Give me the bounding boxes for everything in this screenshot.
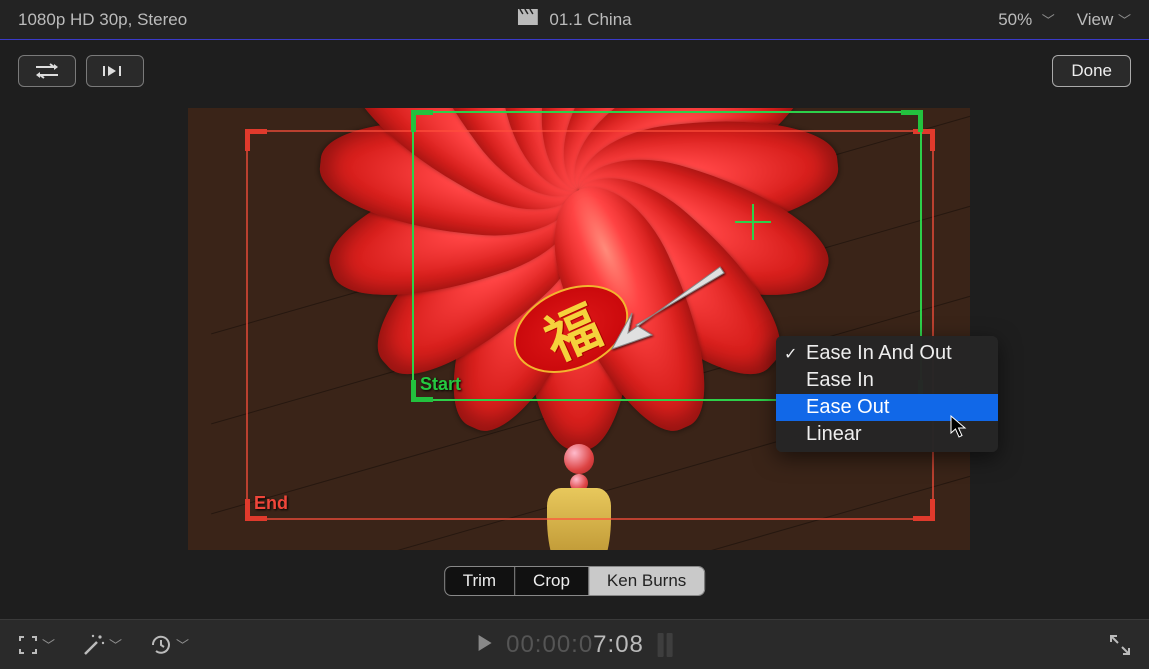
view-menu-dropdown[interactable]: View ﹀ [1077, 10, 1131, 30]
bottom-toolbar: ﹀ ﹀ ﹀ 00:00:07:08 [0, 619, 1149, 669]
end-frame-label: End [254, 493, 288, 514]
enhance-tool-menu[interactable]: ﹀ [83, 634, 122, 656]
easing-option-ease-in[interactable]: Ease In [776, 367, 998, 394]
easing-option-label: Ease Out [806, 396, 889, 418]
ken-burns-mode-button[interactable]: Ken Burns [589, 567, 704, 595]
chevron-down-icon: ﹀ [109, 635, 122, 654]
easing-option-ease-in-and-out[interactable]: ✓ Ease In And Out [776, 340, 998, 367]
start-frame-label: Start [420, 374, 461, 395]
project-name: 01.1 China [549, 10, 631, 30]
retime-tool-menu[interactable]: ﹀ [150, 634, 189, 656]
check-icon: ✓ [784, 344, 797, 364]
zoom-level-dropdown[interactable]: 50% ﹀ [998, 10, 1055, 30]
preview-play-button[interactable] [86, 55, 144, 87]
audio-meter [658, 633, 673, 657]
chevron-down-icon: ﹀ [1042, 13, 1055, 28]
swap-start-end-button[interactable] [18, 55, 76, 87]
clapper-icon [517, 9, 537, 30]
easing-option-label: Ease In And Out [806, 342, 952, 364]
viewer-header: 1080p HD 30p, Stereo 01.1 China 50% ﹀ Vi… [0, 0, 1149, 40]
chevron-down-icon: ﹀ [42, 635, 55, 654]
timecode-display[interactable]: 00:00:07:08 [506, 631, 644, 659]
project-title-group: 01.1 China [517, 9, 631, 30]
done-button[interactable]: Done [1052, 55, 1131, 87]
crop-mode-button[interactable]: Crop [515, 567, 589, 595]
chevron-down-icon: ﹀ [176, 635, 189, 654]
viewer-canvas[interactable]: 福 End Start [188, 108, 970, 550]
easing-option-label: Linear [806, 423, 862, 445]
mouse-cursor-icon [950, 415, 968, 439]
crop-mode-segmented-control: Trim Crop Ken Burns [444, 566, 706, 596]
easing-option-label: Ease In [806, 369, 874, 391]
trim-mode-button[interactable]: Trim [445, 567, 515, 595]
fullscreen-button[interactable] [1109, 634, 1131, 656]
format-info: 1080p HD 30p, Stereo [18, 10, 187, 30]
transform-tool-menu[interactable]: ﹀ [18, 635, 55, 655]
play-button[interactable] [476, 631, 492, 659]
chevron-down-icon: ﹀ [1118, 13, 1131, 28]
